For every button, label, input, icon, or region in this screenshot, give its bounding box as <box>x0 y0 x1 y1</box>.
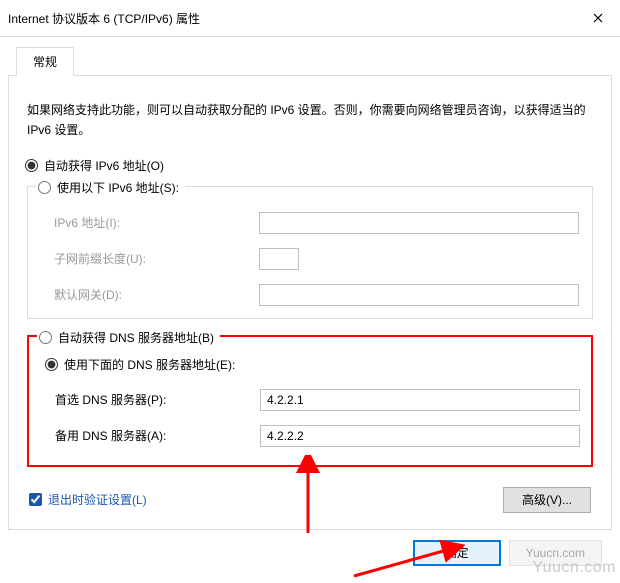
close-icon <box>593 13 603 23</box>
default-gateway-label: 默认网关(D): <box>54 286 259 303</box>
ok-button[interactable]: 确定 <box>413 540 501 566</box>
alternate-dns-input[interactable] <box>260 425 580 447</box>
tab-general[interactable]: 常规 <box>16 47 74 76</box>
tab-strip: 常规 <box>8 47 612 76</box>
dns-group: 自动获得 DNS 服务器地址(B) 使用下面的 DNS 服务器地址(E): 首选… <box>27 335 593 467</box>
radio-dns-manual-label: 使用下面的 DNS 服务器地址(E): <box>64 356 235 373</box>
preferred-dns-input[interactable] <box>260 389 580 411</box>
validate-on-exit[interactable]: 退出时验证设置(L) <box>29 491 147 508</box>
radio-ip-manual-label: 使用以下 IPv6 地址(S): <box>57 179 179 196</box>
radio-dns-auto-label: 自动获得 DNS 服务器地址(B) <box>58 329 214 346</box>
validate-checkbox[interactable] <box>29 493 42 506</box>
default-gateway-input <box>259 284 579 306</box>
ipv6-address-label: IPv6 地址(I): <box>54 214 259 231</box>
radio-dns-auto[interactable] <box>39 331 52 344</box>
radio-ip-auto-label: 自动获得 IPv6 地址(O) <box>44 157 164 174</box>
advanced-button[interactable]: 高级(V)... <box>503 487 591 513</box>
preferred-dns-label: 首选 DNS 服务器(P): <box>55 391 260 408</box>
radio-ip-auto[interactable] <box>25 159 38 172</box>
window-title: Internet 协议版本 6 (TCP/IPv6) 属性 <box>8 10 576 27</box>
title-bar: Internet 协议版本 6 (TCP/IPv6) 属性 <box>0 0 620 37</box>
prefix-length-input <box>259 248 299 270</box>
validate-label: 退出时验证设置(L) <box>48 491 147 508</box>
ipv6-address-input <box>259 212 579 234</box>
close-button[interactable] <box>576 6 620 30</box>
watermark: Yuucn.com <box>532 559 616 577</box>
radio-dns-manual[interactable] <box>45 358 58 371</box>
radio-ip-manual[interactable] <box>38 181 51 194</box>
tab-content: 如果网络支持此功能，则可以自动获取分配的 IPv6 设置。否则，你需要向网络管理… <box>8 75 612 530</box>
alternate-dns-label: 备用 DNS 服务器(A): <box>55 427 260 444</box>
prefix-length-label: 子网前缀长度(U): <box>54 250 259 267</box>
description-text: 如果网络支持此功能，则可以自动获取分配的 IPv6 设置。否则，你需要向网络管理… <box>27 100 593 141</box>
ip-group: 使用以下 IPv6 地址(S): IPv6 地址(I): 子网前缀长度(U): … <box>27 186 593 319</box>
